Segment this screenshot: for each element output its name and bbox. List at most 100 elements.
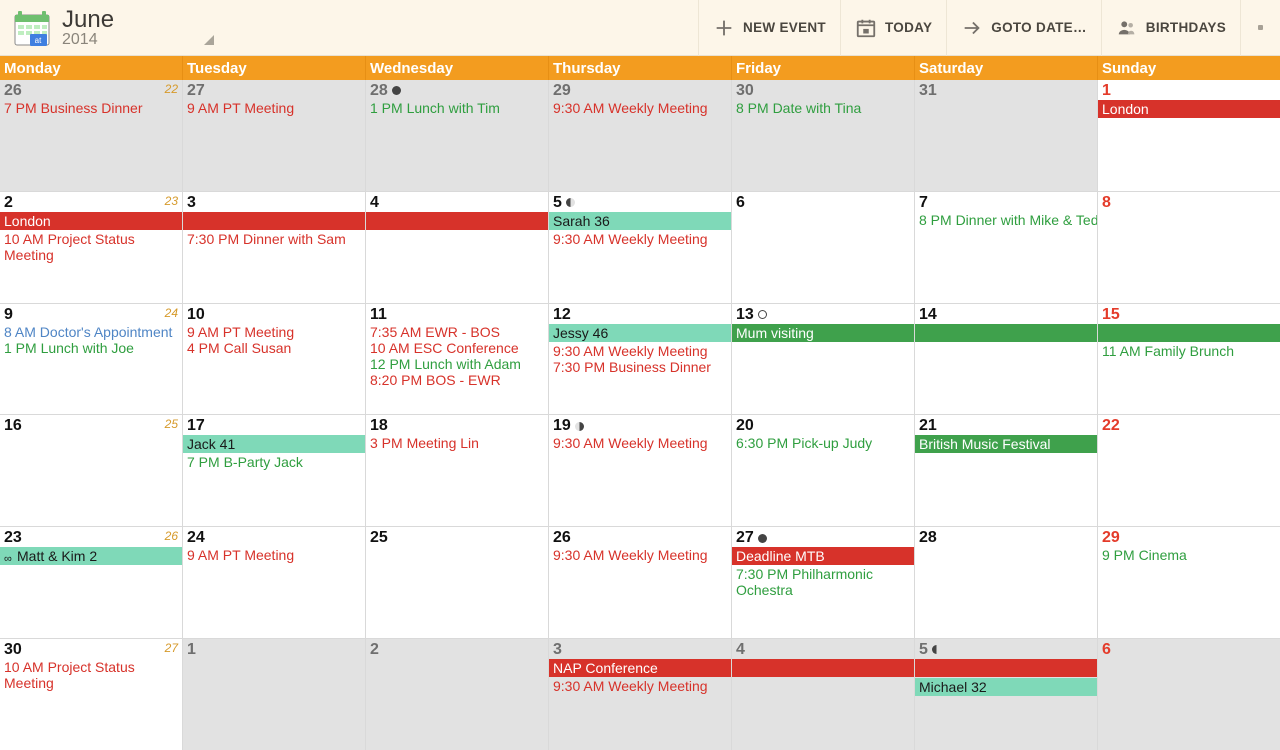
- day-number: 28: [919, 529, 937, 547]
- day-cell[interactable]: 1London: [1098, 80, 1280, 191]
- allday-event-bar[interactable]: Sarah 36: [549, 212, 731, 230]
- event-item[interactable]: 10 AM Project Status Meeting: [0, 231, 182, 263]
- day-cell[interactable]: 27Deadline MTB7:30 PM Philharmonic Oches…: [732, 527, 915, 638]
- day-cell[interactable]: 6: [1098, 639, 1280, 750]
- allday-event-bar[interactable]: British Music Festival: [915, 435, 1097, 453]
- allday-event-bar[interactable]: London: [0, 212, 183, 230]
- event-item[interactable]: 9:30 AM Weekly Meeting: [549, 547, 731, 563]
- day-cell[interactable]: 17Jack 417 PM B-Party Jack: [183, 415, 366, 526]
- day-cell[interactable]: 1511 AM Family Brunch: [1098, 304, 1280, 415]
- day-cell[interactable]: 109 AM PT Meeting4 PM Call Susan: [183, 304, 366, 415]
- allday-event-bar[interactable]: Matt & Kim 2: [0, 547, 182, 565]
- event-item[interactable]: 6:30 PM Pick-up Judy: [732, 435, 914, 451]
- day-cell[interactable]: 4: [366, 192, 549, 303]
- event-item[interactable]: 7:35 AM EWR - BOS: [366, 324, 548, 340]
- app-icon[interactable]: at: [10, 6, 54, 50]
- day-cell[interactable]: 1625: [0, 415, 183, 526]
- birthdays-button[interactable]: BIRTHDAYS: [1101, 0, 1240, 56]
- day-cell[interactable]: 3NAP Conference9:30 AM Weekly Meeting: [549, 639, 732, 750]
- new-event-button[interactable]: NEW EVENT: [698, 0, 840, 56]
- day-cell[interactable]: 8: [1098, 192, 1280, 303]
- event-item[interactable]: 10 AM Project Status Meeting: [0, 659, 182, 691]
- allday-event-bar[interactable]: [183, 212, 366, 230]
- event-item[interactable]: 9 AM PT Meeting: [183, 547, 365, 563]
- day-cell[interactable]: 13Mum visiting: [732, 304, 915, 415]
- day-cell[interactable]: 269:30 AM Weekly Meeting: [549, 527, 732, 638]
- allday-event-bar[interactable]: Mum visiting: [732, 324, 915, 342]
- event-item[interactable]: 1 PM Lunch with Tim: [366, 100, 548, 116]
- event-item[interactable]: 7:30 PM Dinner with Sam: [183, 231, 365, 247]
- allday-event-bar[interactable]: Michael 32: [915, 678, 1097, 696]
- allday-event-bar[interactable]: [732, 659, 915, 677]
- event-item[interactable]: 9:30 AM Weekly Meeting: [549, 435, 731, 451]
- overflow-menu-button[interactable]: [1240, 0, 1280, 56]
- goto-date-button[interactable]: GOTO DATE…: [946, 0, 1101, 56]
- day-cell[interactable]: 281 PM Lunch with Tim: [366, 80, 549, 191]
- day-cell[interactable]: 9248 AM Doctor's Appointment1 PM Lunch w…: [0, 304, 183, 415]
- event-item[interactable]: 4 PM Call Susan: [183, 340, 365, 356]
- allday-event-bar[interactable]: [915, 324, 1098, 342]
- title-block[interactable]: June 2014: [62, 7, 114, 49]
- day-cell[interactable]: 183 PM Meeting Lin: [366, 415, 549, 526]
- event-item[interactable]: 9:30 AM Weekly Meeting: [549, 231, 731, 247]
- allday-event-bar[interactable]: [366, 212, 548, 230]
- day-number: 28: [370, 82, 401, 100]
- event-item[interactable]: 7:30 PM Philharmonic Ochestra: [732, 566, 914, 598]
- today-button[interactable]: TODAY: [840, 0, 946, 56]
- event-item[interactable]: 7 PM B-Party Jack: [183, 454, 365, 470]
- day-cell[interactable]: 78 PM Dinner with Mike & Ted: [915, 192, 1098, 303]
- allday-event-bar[interactable]: London: [1098, 100, 1280, 118]
- day-cell[interactable]: 279 AM PT Meeting: [183, 80, 366, 191]
- event-item[interactable]: 9 AM PT Meeting: [183, 324, 365, 340]
- dropdown-indicator-icon[interactable]: [204, 35, 214, 45]
- day-cell[interactable]: 37:30 PM Dinner with Sam: [183, 192, 366, 303]
- day-cell[interactable]: 28: [915, 527, 1098, 638]
- day-cell[interactable]: 31: [915, 80, 1098, 191]
- event-item[interactable]: 8:20 PM BOS - EWR: [366, 372, 548, 388]
- day-cell[interactable]: 117:35 AM EWR - BOS10 AM ESC Conference1…: [366, 304, 549, 415]
- day-cell[interactable]: 26227 PM Business Dinner: [0, 80, 183, 191]
- day-cell[interactable]: 199:30 AM Weekly Meeting: [549, 415, 732, 526]
- day-cell[interactable]: 5Michael 32: [915, 639, 1098, 750]
- allday-event-bar[interactable]: NAP Conference: [549, 659, 732, 677]
- day-cell[interactable]: 25: [366, 527, 549, 638]
- allday-event-bar[interactable]: [1098, 324, 1280, 342]
- allday-event-bar[interactable]: [915, 659, 1097, 677]
- event-item[interactable]: 10 AM ESC Conference: [366, 340, 548, 356]
- allday-event-bar[interactable]: Deadline MTB: [732, 547, 914, 565]
- allday-event-bar[interactable]: Jack 41: [183, 435, 365, 453]
- day-cell[interactable]: 299 PM Cinema: [1098, 527, 1280, 638]
- event-item[interactable]: 9:30 AM Weekly Meeting: [549, 100, 731, 116]
- day-cell[interactable]: 206:30 PM Pick-up Judy: [732, 415, 915, 526]
- event-item[interactable]: 8 PM Date with Tina: [732, 100, 914, 116]
- moon-phase-icon: [932, 645, 941, 654]
- day-cell[interactable]: 299:30 AM Weekly Meeting: [549, 80, 732, 191]
- day-cell[interactable]: 308 PM Date with Tina: [732, 80, 915, 191]
- event-item[interactable]: 11 AM Family Brunch: [1098, 343, 1280, 359]
- day-cell[interactable]: 4: [732, 639, 915, 750]
- day-cell[interactable]: 2326Matt & Kim 2: [0, 527, 183, 638]
- event-item[interactable]: 9:30 AM Weekly Meeting: [549, 678, 731, 694]
- event-item[interactable]: 7 PM Business Dinner: [0, 100, 182, 116]
- day-cell[interactable]: 5Sarah 369:30 AM Weekly Meeting: [549, 192, 732, 303]
- day-cell[interactable]: 22: [1098, 415, 1280, 526]
- event-item[interactable]: 8 PM Dinner with Mike & Ted: [915, 212, 1097, 228]
- day-cell[interactable]: 21British Music Festival: [915, 415, 1098, 526]
- event-item[interactable]: 12 PM Lunch with Adam: [366, 356, 548, 372]
- event-item[interactable]: 1 PM Lunch with Joe: [0, 340, 182, 356]
- day-cell[interactable]: 6: [732, 192, 915, 303]
- day-cell[interactable]: 14: [915, 304, 1098, 415]
- event-item[interactable]: 9 AM PT Meeting: [183, 100, 365, 116]
- day-cell[interactable]: 12Jessy 469:30 AM Weekly Meeting7:30 PM …: [549, 304, 732, 415]
- day-cell[interactable]: 302710 AM Project Status Meeting: [0, 639, 183, 750]
- allday-event-bar[interactable]: Jessy 46: [549, 324, 731, 342]
- event-item[interactable]: 7:30 PM Business Dinner: [549, 359, 731, 375]
- day-cell[interactable]: 249 AM PT Meeting: [183, 527, 366, 638]
- event-item[interactable]: 8 AM Doctor's Appointment: [0, 324, 182, 340]
- event-item[interactable]: 9:30 AM Weekly Meeting: [549, 343, 731, 359]
- day-cell[interactable]: 223London10 AM Project Status Meeting: [0, 192, 183, 303]
- event-item[interactable]: 3 PM Meeting Lin: [366, 435, 548, 451]
- event-item[interactable]: 9 PM Cinema: [1098, 547, 1280, 563]
- day-cell[interactable]: 2: [366, 639, 549, 750]
- day-cell[interactable]: 1: [183, 639, 366, 750]
